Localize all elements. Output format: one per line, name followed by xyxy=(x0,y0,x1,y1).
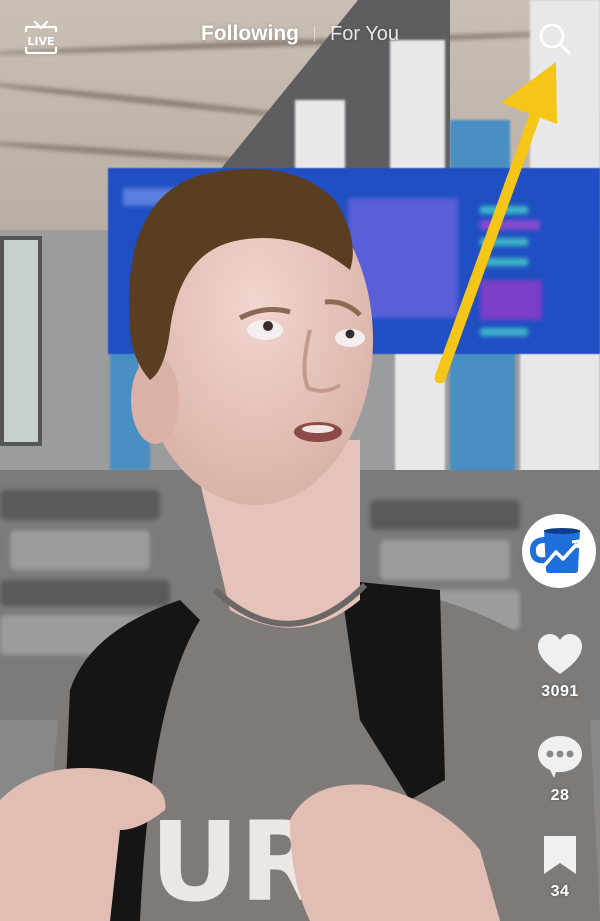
search-icon xyxy=(539,23,571,55)
bookmark-icon xyxy=(544,836,576,874)
search-button[interactable] xyxy=(538,22,572,56)
video-player[interactable]: URE xyxy=(0,0,600,921)
like-count: 3091 xyxy=(541,683,579,700)
tab-following[interactable]: Following xyxy=(201,22,299,46)
save-button[interactable]: 34 xyxy=(520,834,600,901)
person-figure: URE xyxy=(0,168,600,921)
comment-count: 28 xyxy=(550,787,570,804)
tab-separator xyxy=(314,26,316,42)
mug-chart-icon xyxy=(530,528,581,573)
feed-tabs: Following For You xyxy=(0,22,600,46)
comment-button[interactable]: 28 xyxy=(520,734,600,805)
comment-bubble-icon xyxy=(538,736,582,778)
tiktok-feed-screen: URE LIVE Following For You 3091 28 34 xyxy=(0,0,600,921)
top-navigation-bar: LIVE Following For You xyxy=(0,0,600,70)
like-button[interactable]: 3091 xyxy=(520,632,600,701)
heart-icon xyxy=(538,634,582,674)
tab-for-you[interactable]: For You xyxy=(330,23,399,46)
save-count: 34 xyxy=(550,883,570,900)
creator-avatar[interactable] xyxy=(522,514,596,588)
